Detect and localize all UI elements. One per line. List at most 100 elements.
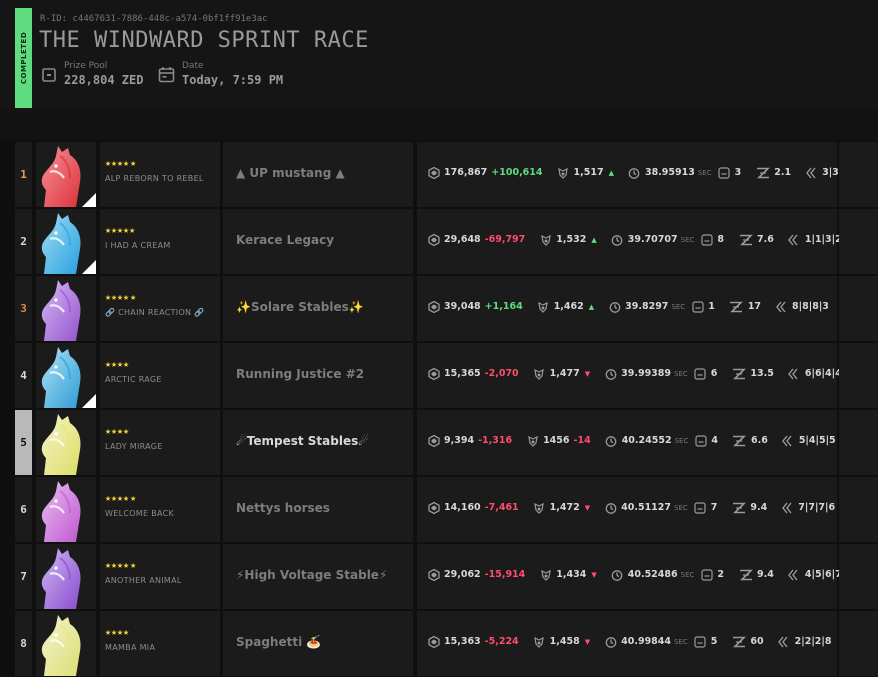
horse-name[interactable]: ALP REBORN TO REBEL [105,174,204,183]
horse-avatar[interactable] [36,477,96,542]
race-header: COMPLETED R-ID: c4467631-7886-448c-a574-… [0,0,878,110]
horse-avatar[interactable] [36,544,96,609]
horse-info: ★★★★ ARCTIC RAGE [100,343,220,408]
z-value: 60 [750,636,764,647]
hexagon-icon [427,166,440,179]
horse-name[interactable]: ARCTIC RAGE [105,375,162,384]
recent-history: 8|8|8|3 [792,301,829,312]
horse-avatar[interactable] [36,343,96,408]
horse-info: ★★★★ MAMBA MIA [100,611,220,676]
stable-cell: Kerace Legacy [223,209,413,274]
status-badge: COMPLETED [15,8,32,108]
gate-icon [718,166,731,179]
gate-icon [700,233,713,246]
race-date: Date Today, 7:59 PM [158,61,283,87]
row-end-cell [839,142,878,207]
z-icon [731,367,746,380]
rank-number: 1 [15,142,32,207]
stable-name[interactable]: Running Justice #2 [236,367,364,381]
hexagon-icon [427,233,440,246]
horse-name[interactable]: 🔗 CHAIN REACTION 🔗 [105,308,204,317]
stats-cell: 15,363 -5,224 1,458 ▼ 40.99844 SEC 5 60 … [417,611,837,676]
row-end-cell [839,410,878,475]
star-rating: ★★★★★ [105,159,136,169]
stable-cell: ▲ UP mustang ▲ [223,142,413,207]
stars-full: ★★★★★ [105,225,136,236]
finish-time: 39.99389 [621,368,672,379]
gate-number: 5 [710,636,718,647]
table-row[interactable]: 1 ★★★★ ★ ALP REBORN TO REBEL ▲ UP mustang… [15,142,878,207]
horse-avatar[interactable] [36,142,96,207]
rank-number: 7 [15,544,32,609]
stable-name[interactable]: ⚡High Voltage Stable⚡ [236,568,387,582]
star-half-icon: ★ [130,561,137,571]
finish-time: 39.70707 [627,234,678,245]
stopwatch-icon [605,434,618,447]
horse-name[interactable]: ANOTHER ANIMAL [105,576,182,585]
stable-name[interactable]: ☄Tempest Stables☄ [236,434,369,448]
value-change: +100,614 [491,167,543,178]
stable-name[interactable]: ✨Solare Stables✨ [236,300,364,314]
horse-avatar[interactable] [36,209,96,274]
horse-name[interactable]: MAMBA MIA [105,643,155,652]
stopwatch-icon [611,233,624,246]
stats-cell: 9,394 -1,316 1456 -14 40.24552 SEC 4 6.6… [417,410,837,475]
z-value: 6.6 [750,435,768,446]
value: 39,048 [444,301,481,312]
horse-stats: 29,648 -69,797 1,532 ▲ 39.70707 SEC 8 7.… [427,233,842,246]
stable-name[interactable]: ▲ UP mustang ▲ [236,166,345,180]
crest-icon [557,166,570,179]
z-value: 9.4 [757,569,774,580]
stable-name[interactable]: Kerace Legacy [236,233,334,247]
z-value: 9.4 [750,502,768,513]
chevrons-icon [782,434,795,447]
stable-name[interactable]: Nettys horses [236,501,330,515]
corner-badge-icon [82,260,96,274]
z-icon [729,300,744,313]
crest-icon [537,300,550,313]
table-row[interactable]: 6 ★★★★ ★ WELCOME BACK Nettys horses 14,1… [15,477,878,542]
horse-stats: 176,867 +100,614 1,517 ▲ 38.95913 SEC 3 [427,166,859,179]
horse-avatar[interactable] [36,611,96,676]
horse-name[interactable]: I HAD A CREAM [105,241,171,250]
gate-number: 7 [710,502,718,513]
stable-name[interactable]: Spaghetti 🍝 [236,635,321,649]
stars-full: ★★★★ [105,292,130,303]
corner-badge-icon [82,394,96,408]
rating: 1,532 [556,234,587,245]
table-row[interactable]: 5 ★★★★ LADY MIRAGE ☄Tempest Stables☄ 9,3… [15,410,878,475]
horse-avatar[interactable] [36,410,96,475]
rating-change: -14 [573,435,591,446]
finish-time: 40.52486 [627,569,678,580]
horse-name[interactable]: WELCOME BACK [105,509,174,518]
finish-time: 40.51127 [621,502,672,513]
table-row[interactable]: 2 ★★★★★ I HAD A CREAM Kerace Legacy 29,6… [15,209,878,274]
value-change: +1,164 [484,301,523,312]
rating: 1456 [543,435,570,446]
recent-history: 7|7|7|6 [798,502,836,513]
horse-avatar[interactable] [36,276,96,341]
star-half-icon: ★ [130,159,137,169]
stable-cell: Running Justice #2 [223,343,413,408]
horse-stats: 15,363 -5,224 1,458 ▼ 40.99844 SEC 5 60 … [427,635,832,648]
star-half-icon: ★ [130,293,137,303]
table-row[interactable]: 3 ★★★★ ★ 🔗 CHAIN REACTION 🔗 ✨Solare Stabl… [15,276,878,341]
z-value: 2.1 [774,167,792,178]
recent-history: 5|4|5|5 [798,435,836,446]
gate-icon [694,635,707,648]
value: 15,365 [444,368,481,379]
stats-cell: 15,365 -2,070 1,477 ▼ 39.99389 SEC 6 13.… [417,343,842,408]
horse-name[interactable]: LADY MIRAGE [105,442,163,451]
wallet-icon [40,65,57,83]
stats-cell: 176,867 +100,614 1,517 ▲ 38.95913 SEC 3 [417,142,859,207]
table-row[interactable]: 7 ★★★★ ★ ANOTHER ANIMAL ⚡High Voltage Sta… [15,544,878,609]
table-row[interactable]: 4 ★★★★ ARCTIC RAGE Running Justice #2 15… [15,343,878,408]
hexagon-icon [427,501,440,514]
stats-cell: 29,062 -15,914 1,434 ▼ 40.52486 SEC 2 9.… [417,544,842,609]
recent-history: 1|1|3|2 [804,234,842,245]
stopwatch-icon [628,166,641,179]
value: 14,160 [444,502,481,513]
table-row[interactable]: 8 ★★★★ MAMBA MIA Spaghetti 🍝 15,363 -5,2… [15,611,878,676]
gate-number: 3 [734,167,742,178]
horse-stats: 15,365 -2,070 1,477 ▼ 39.99389 SEC 6 13.… [427,367,842,380]
